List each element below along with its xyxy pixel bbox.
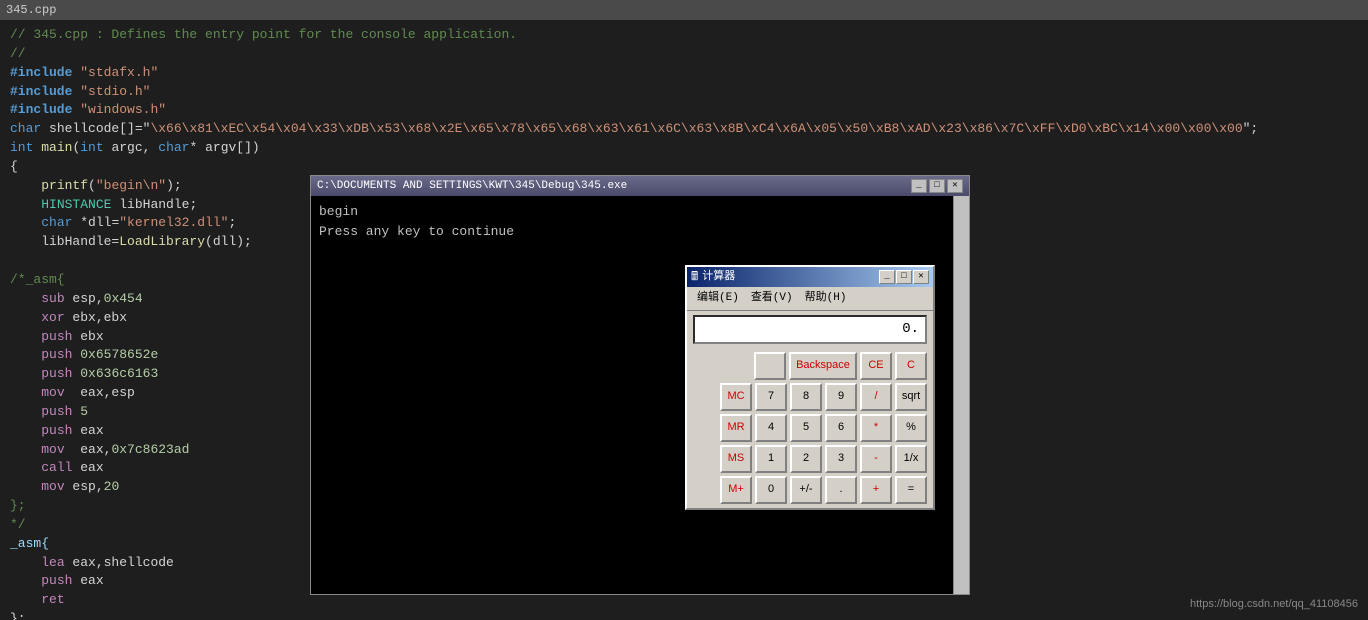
- calc-btn-divide[interactable]: /: [860, 383, 892, 411]
- calc-maximize-button[interactable]: □: [896, 270, 912, 284]
- calc-btn-mr[interactable]: MR: [720, 414, 752, 442]
- code-line: // 345.cpp : Defines the entry point for…: [10, 26, 1358, 45]
- code-line: //: [10, 45, 1358, 64]
- calc-minimize-button[interactable]: _: [879, 270, 895, 284]
- console-title: C:\DOCUMENTS AND SETTINGS\KWT\345\Debug\…: [317, 178, 627, 195]
- calc-btn-sqrt[interactable]: sqrt: [895, 383, 927, 411]
- calc-btn-7[interactable]: 7: [755, 383, 787, 411]
- calc-btn-decimal[interactable]: .: [825, 476, 857, 504]
- calc-btn-4[interactable]: 4: [755, 414, 787, 442]
- calc-row-4: MS 1 2 3 - 1/x: [693, 445, 927, 473]
- calc-btn-6[interactable]: 6: [825, 414, 857, 442]
- console-close-button[interactable]: ✕: [947, 179, 963, 193]
- calc-btn-add[interactable]: +: [860, 476, 892, 504]
- calc-title: 🖩 计算器: [691, 268, 735, 286]
- calc-titlebar: 🖩 计算器 _ □ ✕: [687, 267, 933, 287]
- watermark: https://blog.csdn.net/qq_41108456: [1190, 596, 1358, 613]
- calc-menubar: 编辑(E) 查看(V) 帮助(H): [687, 287, 933, 311]
- console-minimize-button[interactable]: _: [911, 179, 927, 193]
- calc-row-3: MR 4 5 6 * %: [693, 414, 927, 442]
- calc-close-button[interactable]: ✕: [913, 270, 929, 284]
- console-maximize-button[interactable]: □: [929, 179, 945, 193]
- calc-btn-empty[interactable]: [754, 352, 786, 380]
- console-scrollbar[interactable]: [953, 196, 969, 594]
- console-titlebar-buttons: _ □ ✕: [911, 179, 963, 193]
- code-area: // 345.cpp : Defines the entry point for…: [0, 20, 1368, 620]
- code-line: };: [10, 610, 1358, 620]
- calc-btn-ms[interactable]: MS: [720, 445, 752, 473]
- calc-btn-1[interactable]: 1: [755, 445, 787, 473]
- calc-btn-9[interactable]: 9: [825, 383, 857, 411]
- calc-btn-0[interactable]: 0: [755, 476, 787, 504]
- calc-btn-2[interactable]: 2: [790, 445, 822, 473]
- calc-btn-mplus[interactable]: M+: [720, 476, 752, 504]
- calc-titlebar-buttons: _ □ ✕: [879, 270, 929, 284]
- code-line: char shellcode[]="\x66\x81\xEC\x54\x04\x…: [10, 120, 1358, 139]
- calc-btn-plusminus[interactable]: +/-: [790, 476, 822, 504]
- code-line: #include "windows.h": [10, 101, 1358, 120]
- calc-display: 0.: [693, 315, 927, 344]
- calc-row-2: MC 7 8 9 / sqrt: [693, 383, 927, 411]
- code-line: int main(int argc, char* argv[]): [10, 139, 1358, 158]
- calc-row-1: Backspace CE C: [693, 352, 927, 380]
- calculator-window: 🖩 计算器 _ □ ✕ 编辑(E) 查看(V) 帮助(H) 0. Backspa…: [685, 265, 935, 510]
- calc-btn-5[interactable]: 5: [790, 414, 822, 442]
- code-line: {: [10, 158, 1358, 177]
- calc-btn-ce[interactable]: CE: [860, 352, 892, 380]
- calc-btn-3[interactable]: 3: [825, 445, 857, 473]
- console-line1: begin: [319, 202, 961, 222]
- code-line: #include "stdio.h": [10, 83, 1358, 102]
- calc-btn-subtract[interactable]: -: [860, 445, 892, 473]
- title-label: 345.cpp: [6, 3, 56, 17]
- calc-menu-edit[interactable]: 编辑(E): [691, 289, 745, 308]
- console-line2: Press any key to continue: [319, 222, 961, 242]
- calc-buttons: Backspace CE C MC 7 8 9 / sqrt MR 4 5 6 …: [687, 348, 933, 508]
- calc-btn-8[interactable]: 8: [790, 383, 822, 411]
- code-line: #include "stdafx.h": [10, 64, 1358, 83]
- title-bar: 345.cpp: [0, 0, 1368, 20]
- calc-btn-backspace[interactable]: Backspace: [789, 352, 857, 380]
- calc-btn-equals[interactable]: =: [895, 476, 927, 504]
- calc-title-label: 计算器: [702, 269, 735, 286]
- calc-btn-inverse[interactable]: 1/x: [895, 445, 927, 473]
- calc-btn-mc[interactable]: MC: [720, 383, 752, 411]
- calc-btn-percent[interactable]: %: [895, 414, 927, 442]
- calc-menu-view[interactable]: 查看(V): [745, 289, 799, 308]
- calc-menu-help[interactable]: 帮助(H): [799, 289, 853, 308]
- console-titlebar: C:\DOCUMENTS AND SETTINGS\KWT\345\Debug\…: [311, 176, 969, 196]
- calc-btn-multiply[interactable]: *: [860, 414, 892, 442]
- calc-btn-c[interactable]: C: [895, 352, 927, 380]
- calc-row-5: M+ 0 +/- . + =: [693, 476, 927, 504]
